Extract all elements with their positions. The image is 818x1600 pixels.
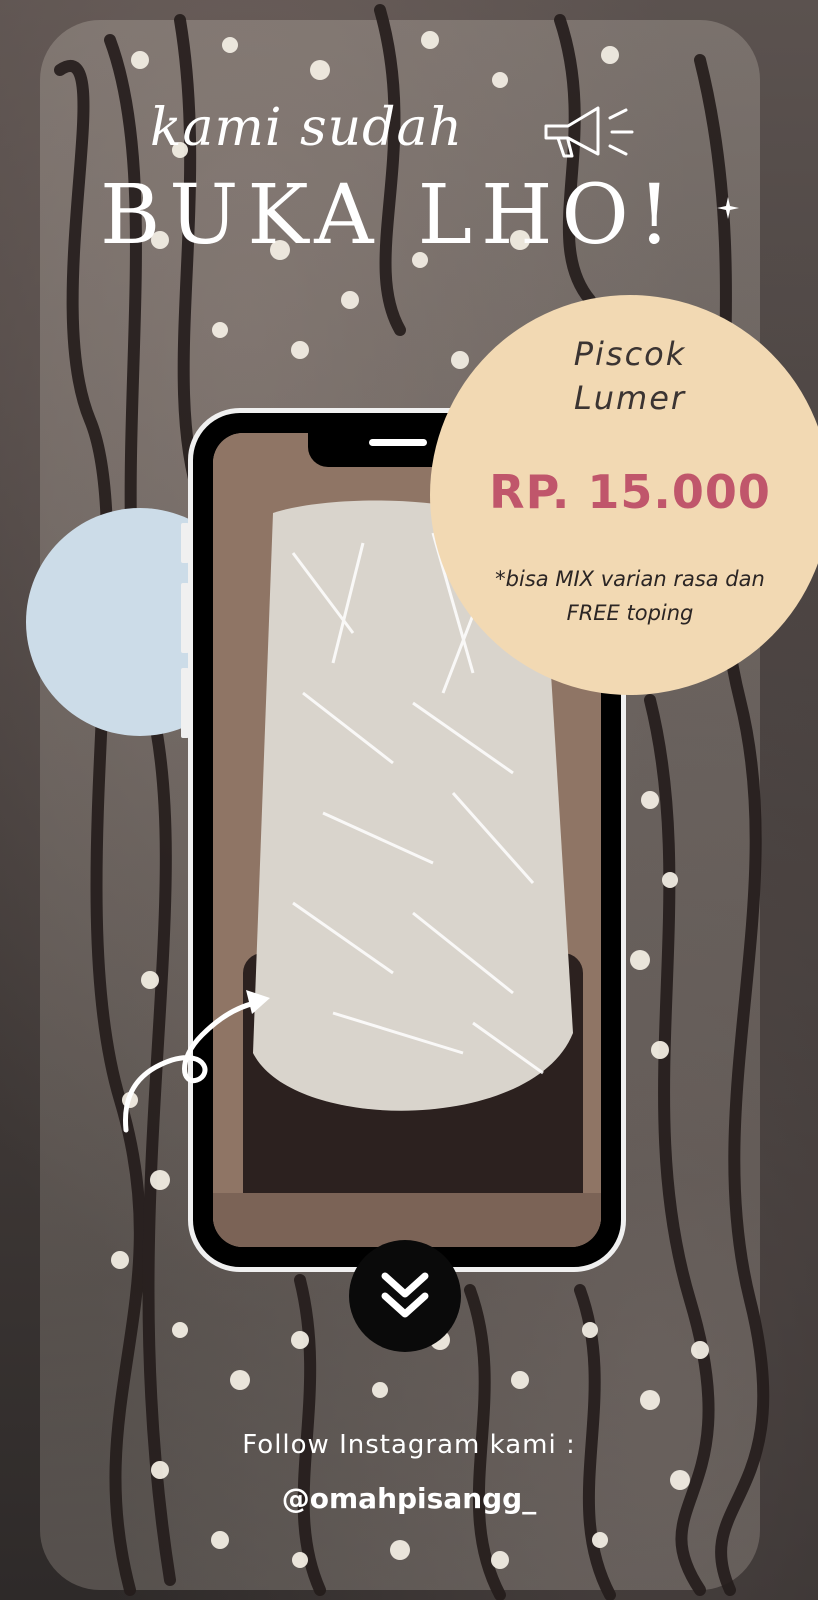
double-chevron-down-icon — [381, 1272, 429, 1318]
phone-volume-up — [181, 583, 189, 653]
price-badge: Piscok Lumer RP. 15.000 *bisa MIX varian… — [430, 295, 818, 695]
scroll-down-button[interactable] — [349, 1240, 461, 1352]
headline-title: BUKA LHO! — [100, 168, 680, 263]
product-note-line2: FREE toping — [566, 601, 694, 625]
phone-side-button — [181, 523, 189, 563]
headline-subtitle: kami sudah — [150, 98, 463, 158]
phone-volume-down — [181, 668, 189, 738]
product-price: RP. 15.000 — [489, 465, 771, 519]
curved-arrow-icon — [122, 990, 270, 1133]
instagram-handle-link[interactable]: @omahpisangg_ — [0, 1482, 818, 1515]
phone-speaker — [369, 439, 427, 446]
sparkle-icon — [717, 197, 739, 219]
product-note-line1: *bisa MIX varian rasa dan — [495, 567, 765, 591]
product-name-line2: Lumer — [573, 379, 687, 417]
megaphone-icon — [544, 106, 634, 158]
product-name-line1: Piscok — [573, 335, 687, 373]
follow-instagram-label: Follow Instagram kami : — [242, 1430, 576, 1460]
story-canvas: kami sudah BUKA LHO! Piscok Lumer RP. 15… — [0, 0, 818, 1600]
